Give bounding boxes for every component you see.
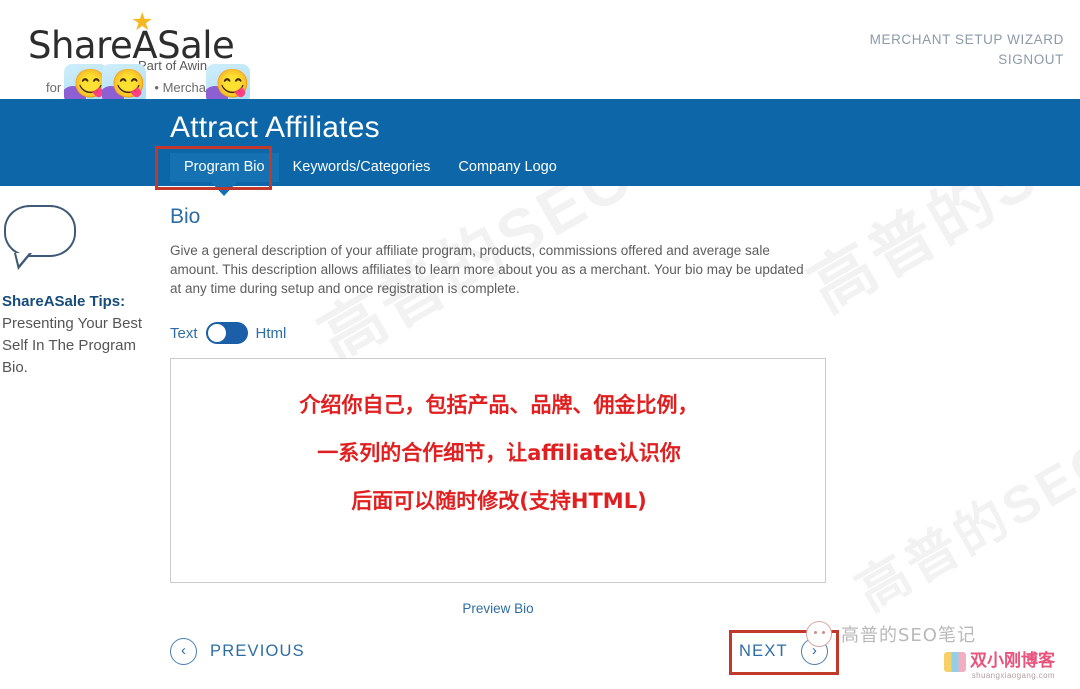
tab-company-logo[interactable]: Company Logo xyxy=(444,153,570,182)
preview-bio-link[interactable]: Preview Bio xyxy=(170,601,826,616)
section-title: Bio xyxy=(170,205,201,228)
annotation-overlay: 介绍你自己，包括产品、品牌、佣金比例， 一系列的合作细节，让affiliate认… xyxy=(171,381,825,525)
previous-button[interactable]: ‹ PREVIOUS xyxy=(170,638,305,665)
emoji-sticker-icon: 😋 xyxy=(206,64,250,104)
tips-body-text: Presenting Your Best Self In The Program… xyxy=(2,315,143,376)
blog-name: 双小刚博客 xyxy=(970,651,1055,671)
page-watermark: 高普的SEO笔记 xyxy=(847,371,1080,623)
section-description: Give a general description of your affil… xyxy=(170,243,804,296)
tab-label: Company Logo xyxy=(458,159,557,175)
bio-textarea[interactable]: 介绍你自己，包括产品、品牌、佣金比例， 一系列的合作细节，让affiliate认… xyxy=(170,358,826,583)
tab-keywords-categories[interactable]: Keywords/Categories xyxy=(279,153,445,182)
toggle-html-label[interactable]: Html xyxy=(256,325,287,342)
tips-title-colon: : xyxy=(120,293,126,310)
tab-label: Keywords/Categories xyxy=(292,159,431,175)
merchant-setup-wizard-link[interactable]: MERCHANT SETUP WIZARD xyxy=(870,30,1064,50)
page-title: Attract Affiliates xyxy=(170,111,380,144)
text-html-toggle[interactable] xyxy=(205,322,248,344)
logo-tagline: Part of Awin xyxy=(138,58,208,73)
chevron-left-icon: ‹ xyxy=(170,638,197,665)
tips-sidebar: ShareASale Tips: Presenting Your Best Se… xyxy=(0,205,160,379)
signout-link[interactable]: SIGNOUT xyxy=(870,50,1064,70)
tips-text: ShareASale Tips: Presenting Your Best Se… xyxy=(0,291,158,379)
tab-program-bio[interactable]: Program Bio xyxy=(170,153,279,196)
author-brand-strip: 高普的SEO笔记 xyxy=(806,621,976,647)
toggle-text-label[interactable]: Text xyxy=(170,325,198,342)
tips-title: ShareASale Tips xyxy=(2,293,121,310)
tab-bar: Program Bio Keywords/Categories Company … xyxy=(170,153,571,196)
annotation-line-2: 一系列的合作细节，让affiliate认识你 xyxy=(317,441,681,465)
format-toggle-row: Text Html xyxy=(170,320,830,346)
next-label: NEXT xyxy=(739,642,788,660)
annotation-line-3: 后面可以随时修改(支持HTML) xyxy=(351,489,647,513)
tab-label: Program Bio xyxy=(184,159,265,175)
top-links: MERCHANT SETUP WIZARD SIGNOUT xyxy=(870,30,1064,70)
toggle-knob xyxy=(207,324,226,342)
account-for-label: for xyxy=(46,80,62,95)
blog-watermark: 双小刚博客 shuangxiaogang.com xyxy=(944,652,1055,682)
wechat-icon xyxy=(806,621,832,647)
shareasale-logo[interactable]: ★ ShareASale Part of Awin for • Merchant… xyxy=(24,6,254,104)
top-bar: ★ ShareASale Part of Awin for • Merchant… xyxy=(0,0,1080,104)
speech-bubble-icon xyxy=(4,205,76,270)
annotation-line-1: 介绍你自己，包括产品、品牌、佣金比例， xyxy=(299,393,699,417)
active-tab-arrow-icon xyxy=(211,182,238,196)
page-header-band: Attract Affiliates Program Bio Keywords/… xyxy=(0,99,1080,196)
blog-logo-icon xyxy=(944,652,966,672)
emoji-sticker-icon: 😋 xyxy=(102,64,146,104)
previous-label: PREVIOUS xyxy=(210,642,305,660)
main-content: Bio Give a general description of your a… xyxy=(170,205,830,616)
blog-url: shuangxiaogang.com xyxy=(971,671,1055,680)
author-brand-text: 高普的SEO笔记 xyxy=(841,625,976,646)
